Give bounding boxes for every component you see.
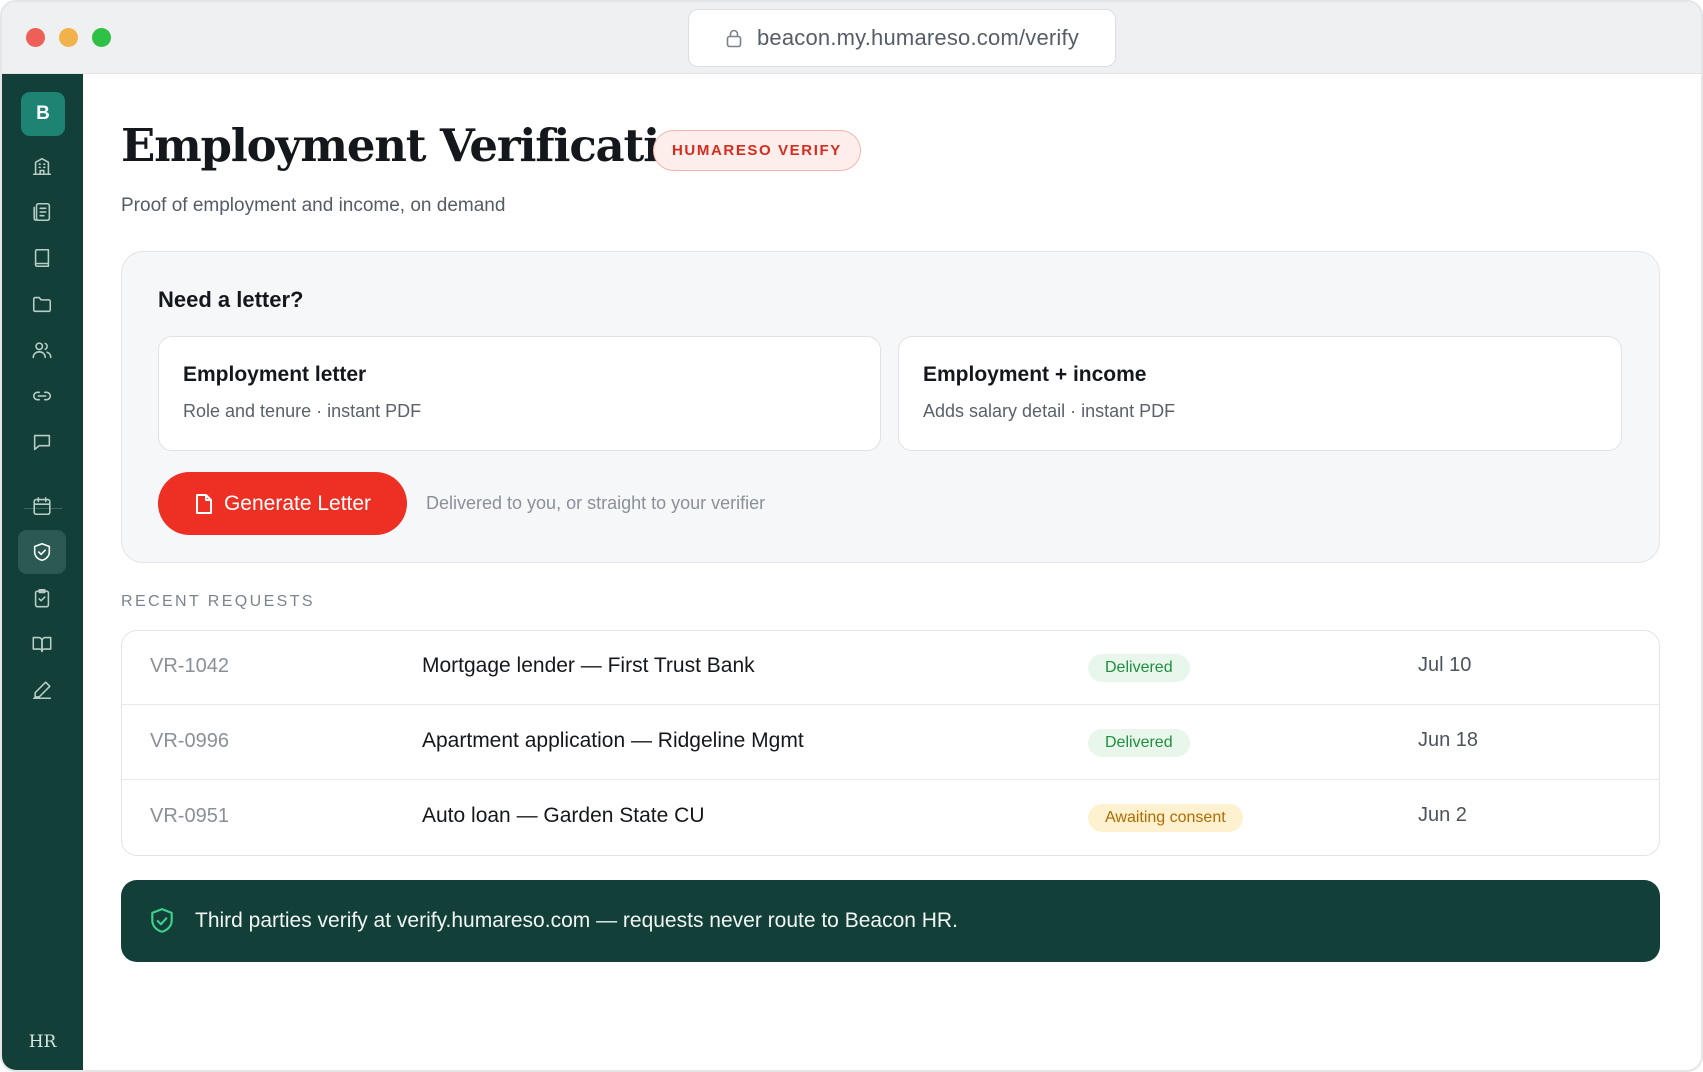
hr-mark: HR — [28, 1032, 57, 1052]
status-badge: Awaiting consent — [1088, 804, 1243, 832]
option-employment-income[interactable]: Employment + income Adds salary detail ·… — [898, 336, 1622, 451]
book-icon — [34, 248, 50, 268]
letter-card: Need a letter? Employment letter Role an… — [121, 251, 1660, 563]
table-row[interactable]: VR-0996 Apartment application — Ridgelin… — [122, 706, 1659, 780]
people-icon — [32, 342, 52, 359]
close-window-button[interactable] — [26, 28, 45, 47]
shield-check-icon — [151, 908, 173, 933]
request-description: Auto loan — Garden State CU — [422, 804, 705, 827]
browser-titlebar: beacon.my.humareso.com/verify — [2, 2, 1701, 74]
recent-requests-table: VR-1042 Mortgage lender — First Trust Ba… — [121, 630, 1660, 856]
option-title: Employment letter — [183, 363, 367, 386]
sidebar: B HR — [2, 74, 83, 1070]
request-date: Jul 10 — [1418, 654, 1472, 676]
lock-icon — [726, 29, 742, 48]
sidebar-item-sign[interactable] — [18, 668, 66, 712]
shield-check-icon — [33, 542, 51, 562]
page-subtitle: Proof of employment and income, on deman… — [121, 195, 506, 216]
letter-card-title: Need a letter? — [158, 287, 304, 312]
address-bar[interactable]: beacon.my.humareso.com/verify — [688, 9, 1116, 67]
option-description: Adds salary detail · instant PDF — [923, 401, 1176, 421]
generate-letter-button[interactable]: Generate Letter — [158, 472, 407, 535]
table-row[interactable]: VR-0951 Auto loan — Garden State CU Awai… — [122, 781, 1659, 855]
request-id: VR-0996 — [150, 730, 229, 752]
browser-window: beacon.my.humareso.com/verify B HR Emplo… — [0, 0, 1703, 1072]
generate-letter-label: Generate Letter — [223, 491, 372, 515]
sidebar-item-calendar[interactable] — [18, 484, 66, 528]
verification-info-banner: Third parties verify at verify.humareso.… — [121, 880, 1660, 962]
sidebar-item-files[interactable] — [18, 282, 66, 326]
sidebar-item-verify[interactable] — [18, 530, 66, 574]
request-id: VR-0951 — [150, 805, 229, 827]
sidebar-item-messages[interactable] — [18, 420, 66, 464]
folder-icon — [32, 296, 52, 313]
clipboard-check-icon — [34, 588, 50, 608]
sidebar-item-company[interactable] — [18, 144, 66, 188]
maximize-window-button[interactable] — [92, 28, 111, 47]
sidebar-item-learning[interactable] — [18, 622, 66, 666]
request-description: Mortgage lender — First Trust Bank — [422, 654, 755, 677]
pen-icon — [32, 681, 52, 700]
recent-requests-label: RECENT REQUESTS — [121, 593, 315, 610]
sidebar-item-documents[interactable] — [18, 190, 66, 234]
request-date: Jun 18 — [1418, 729, 1479, 751]
sidebar-item-handbook[interactable] — [18, 236, 66, 280]
option-description: Role and tenure · instant PDF — [183, 401, 422, 421]
url-text: beacon.my.humareso.com/verify — [756, 25, 1080, 50]
delivery-note: Delivered to you, or straight to your ve… — [426, 493, 766, 513]
open-book-icon — [32, 636, 52, 653]
sidebar-item-tasks[interactable] — [18, 576, 66, 620]
banner-text: Third parties verify at verify.humareso.… — [195, 909, 958, 932]
request-description: Apartment application — Ridgeline Mgmt — [422, 729, 804, 752]
building-icon — [32, 157, 52, 176]
chat-icon — [33, 434, 51, 451]
page-title: Employment Verification — [121, 119, 720, 172]
request-date: Jun 2 — [1418, 804, 1467, 826]
sidebar-item-links[interactable] — [18, 374, 66, 418]
status-badge: Delivered — [1088, 729, 1190, 757]
request-id: VR-1042 — [150, 655, 229, 677]
app-logo[interactable]: B — [21, 92, 65, 136]
option-title: Employment + income — [923, 363, 1147, 386]
verify-badge: HUMARESO VERIFY — [653, 130, 861, 171]
status-badge: Delivered — [1088, 654, 1190, 682]
minimize-window-button[interactable] — [59, 28, 78, 47]
sidebar-item-people[interactable] — [18, 328, 66, 372]
link-icon — [32, 391, 52, 401]
option-employment-letter[interactable]: Employment letter Role and tenure · inst… — [158, 336, 881, 451]
document-icon — [195, 493, 212, 514]
table-row[interactable]: VR-1042 Mortgage lender — First Trust Ba… — [122, 631, 1659, 705]
calendar-icon — [33, 496, 51, 516]
main-content: Employment Verification HUMARESO VERIFY … — [83, 74, 1701, 1070]
document-list-icon — [33, 202, 51, 222]
